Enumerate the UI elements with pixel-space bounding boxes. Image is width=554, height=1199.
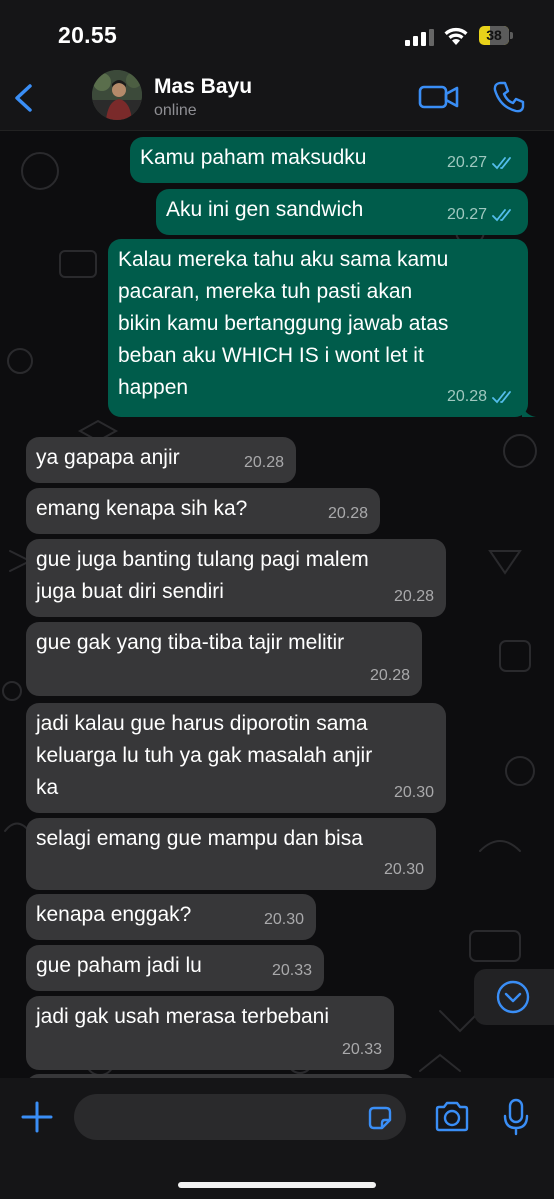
message-time: 20.28	[243, 454, 284, 471]
message-bubble-incoming[interactable]: jadi kalau gue harus diporotin sama kelu…	[26, 703, 446, 813]
cellular-signal-icon	[405, 29, 434, 46]
message-time: 20.30	[383, 861, 424, 878]
battery-icon: 38	[479, 26, 515, 45]
scroll-to-bottom-button[interactable]	[474, 969, 554, 1025]
message-time: 20.28	[369, 667, 410, 684]
message-bubble-incoming[interactable]: kenapa enggak? 20.30	[26, 894, 316, 940]
battery-level: 38	[486, 27, 502, 43]
contact-status: online	[154, 102, 197, 119]
message-text: selagi emang gue mampu dan bisa	[36, 827, 363, 850]
message-meta: 20.28	[370, 660, 410, 692]
message-list[interactable]: Kamu paham maksudku 20.27 Aku ini gen sa…	[0, 131, 554, 1078]
message-input[interactable]	[74, 1094, 406, 1140]
message-bubble-incoming[interactable]: gue paham jadi lu 20.33	[26, 945, 324, 991]
sticker-icon[interactable]	[366, 1104, 394, 1132]
message-text: gue gak yang tiba-tiba tajir melitir	[36, 631, 345, 654]
chevron-down-circle-icon	[496, 980, 530, 1014]
composer-bar	[0, 1078, 554, 1199]
message-bubble-outgoing[interactable]: Kamu paham maksudku 20.27	[130, 137, 528, 183]
read-ticks-icon	[492, 209, 511, 222]
wifi-icon	[444, 27, 468, 45]
contact-name[interactable]: Mas Bayu	[154, 75, 252, 99]
message-meta: 20.28	[328, 498, 368, 530]
message-time: 20.33	[341, 1041, 382, 1058]
message-meta: 20.33	[272, 955, 312, 987]
status-time: 20.55	[58, 22, 118, 48]
read-ticks-icon	[492, 391, 511, 404]
message-time: 20.27	[446, 206, 487, 223]
message-bubble-outgoing[interactable]: Kalau mereka tahu aku sama kamu pacaran,…	[108, 239, 536, 417]
message-time: 20.28	[393, 588, 434, 605]
message-meta: 20.27	[447, 147, 516, 179]
chevron-left-icon[interactable]	[8, 78, 38, 118]
message-meta: 20.28	[244, 447, 284, 479]
video-camera-icon[interactable]	[418, 82, 460, 112]
message-meta: 20.30	[394, 777, 434, 809]
message-time: 20.28	[327, 505, 368, 522]
status-bar: 20.55 38	[0, 0, 554, 70]
message-time: 20.30	[393, 784, 434, 801]
chat-header: Mas Bayu online	[0, 70, 554, 131]
message-bubble-incoming[interactable]: selagi emang gue mampu dan bisa 20.30	[26, 818, 436, 890]
read-ticks-icon	[492, 157, 511, 170]
message-meta: 20.27	[447, 199, 516, 231]
message-bubble-outgoing[interactable]: Aku ini gen sandwich 20.27	[156, 189, 528, 235]
camera-icon[interactable]	[433, 1100, 471, 1134]
message-meta: 20.33	[342, 1034, 382, 1066]
message-bubble-incoming[interactable]: gue juga banting tulang pagi malem juga …	[26, 539, 446, 617]
message-text: Kalau mereka tahu aku sama kamu pacaran,…	[118, 248, 449, 399]
message-bubble-incoming[interactable]: ya gapapa anjir 20.28	[26, 437, 296, 483]
message-bubble-incoming[interactable]: emang kenapa sih ka? 20.28	[26, 488, 380, 534]
home-indicator	[178, 1182, 376, 1188]
message-time: 20.28	[446, 388, 487, 405]
bubble-tail	[522, 403, 536, 417]
message-text: gue juga banting tulang pagi malem juga …	[36, 548, 369, 603]
message-text: jadi gak usah merasa terbebani	[36, 1005, 330, 1028]
message-time: 20.33	[271, 962, 312, 979]
message-time: 20.30	[263, 911, 304, 928]
message-meta: 20.28	[394, 581, 434, 613]
microphone-icon[interactable]	[503, 1098, 529, 1136]
phone-icon[interactable]	[492, 80, 526, 114]
message-meta: 20.28	[447, 381, 516, 413]
message-meta: 20.30	[264, 904, 304, 936]
message-time: 20.27	[446, 154, 487, 171]
avatar[interactable]	[92, 70, 142, 120]
message-bubble-incoming[interactable]: jadi gak usah merasa terbebani 20.33	[26, 996, 394, 1070]
message-bubble-incoming[interactable]: gue gak yang tiba-tiba tajir melitir 20.…	[26, 622, 422, 696]
plus-icon[interactable]	[20, 1100, 54, 1134]
message-text: jadi kalau gue harus diporotin sama kelu…	[36, 712, 373, 799]
message-meta: 20.30	[384, 854, 424, 886]
